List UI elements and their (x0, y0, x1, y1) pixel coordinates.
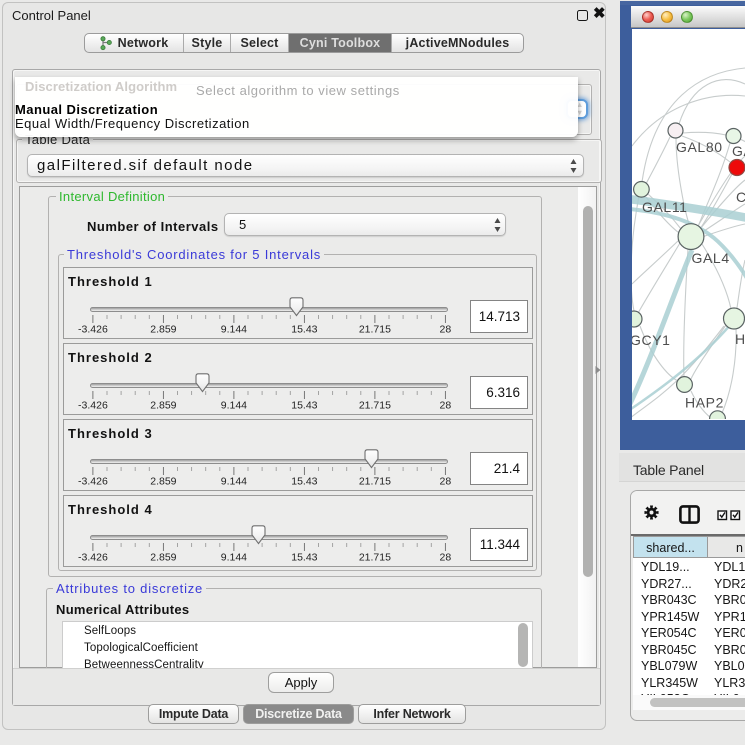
svg-text:GAL80: GAL80 (676, 139, 723, 155)
svg-text:GCY1: GCY1 (632, 332, 671, 348)
svg-text:C: C (736, 189, 745, 205)
svg-text:GAL4: GAL4 (692, 250, 730, 266)
svg-text:GA: GA (732, 143, 745, 159)
svg-text:HAP2: HAP2 (685, 395, 724, 411)
svg-text:HI: HI (735, 331, 745, 347)
svg-text:GAL11: GAL11 (642, 199, 688, 215)
